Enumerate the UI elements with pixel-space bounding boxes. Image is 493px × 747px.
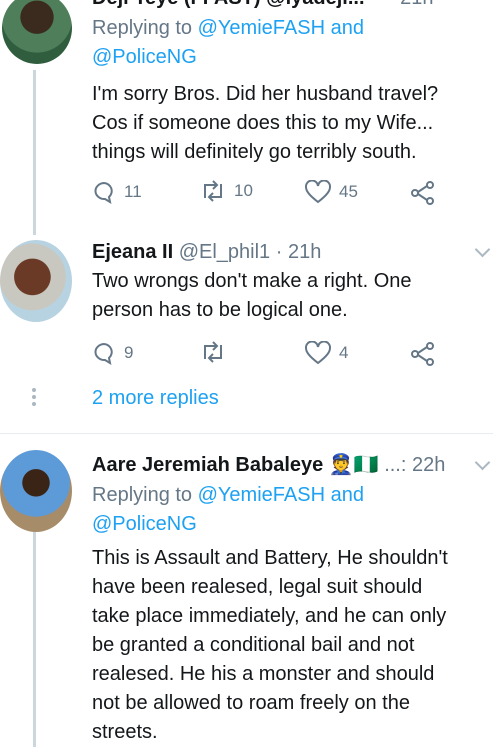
avatar[interactable] — [0, 450, 72, 532]
like-count: 45 — [339, 182, 358, 201]
avatar[interactable] — [0, 240, 72, 322]
tweet-text-line: be granted a conditional bail and not — [92, 634, 415, 656]
replying-users-link[interactable]: @YemieFASH and — [198, 484, 364, 506]
tweet-time: 21h — [287, 241, 322, 263]
share-button[interactable] — [410, 180, 436, 206]
chevron-down-icon[interactable] — [474, 241, 491, 258]
replying-to: Replying to @YemieFASH and — [92, 481, 364, 510]
share-button[interactable] — [410, 341, 436, 367]
name-emoji: 👮🇳🇬 — [328, 454, 379, 476]
more-replies-dots — [32, 388, 36, 406]
chevron-down-icon[interactable] — [474, 454, 491, 471]
replying-prefix: Replying to — [92, 484, 193, 506]
tweet-text-line: have been realesed, legal suit should — [92, 576, 423, 598]
tweet-text-line: things will definitely go terribly south… — [92, 141, 417, 163]
more-replies-link[interactable]: 2 more replies — [92, 384, 219, 413]
tweet-text-line: Cos if someone does this to my Wife... — [92, 112, 434, 134]
tweet-time: 21h — [400, 0, 433, 9]
tweet-text: I'm sorry Bros. Did her husband travel? … — [92, 80, 438, 167]
tweet-text-line: I'm sorry Bros. Did her husband travel? — [92, 83, 439, 105]
tweet-text-line: not be allowed to roam freely on the — [92, 692, 410, 714]
heart-icon — [305, 341, 331, 365]
tweet-header: Aare Jeremiah Babaleye 👮🇳🇬 ...: 22h — [92, 451, 445, 480]
tweet-text-line: This is Assault and Battery, He shouldn'… — [92, 547, 448, 569]
tweet-text-line: streets. — [92, 721, 158, 743]
tweet-text: This is Assault and Battery, He shouldn'… — [92, 544, 448, 747]
tweet-text-line: person has to be logical one. — [92, 299, 348, 321]
avatar[interactable] — [2, 0, 72, 64]
replying-prefix: Replying to — [92, 17, 193, 39]
retweet-icon — [204, 341, 222, 363]
tweet-author-name[interactable]: Ejeana II — [92, 241, 173, 263]
tweet-text: Two wrongs don't make a right. One perso… — [92, 267, 412, 325]
like-button[interactable]: 4 — [305, 341, 348, 365]
retweet-count: 10 — [234, 181, 253, 200]
tweet-text-line: take place immediately, and he can only — [92, 605, 447, 627]
tweet-author-name[interactable]: Deji Teye (FFAST) @iyadeji... — [92, 0, 365, 9]
reply-button[interactable]: 9 — [92, 341, 133, 365]
tweet-text-line: Two wrongs don't make a right. One — [92, 270, 412, 292]
like-count: 4 — [339, 343, 349, 362]
reply-button[interactable]: 11 — [92, 180, 142, 204]
tweet-header: Ejeana II @El_phil1 · 21h — [92, 238, 321, 267]
separator-dot: · — [275, 241, 283, 263]
reply-count: 11 — [124, 182, 142, 201]
heart-icon — [305, 180, 331, 204]
tweet-handle[interactable]: @El_phil1 — [179, 241, 270, 263]
reply-count: 9 — [124, 343, 134, 362]
like-button[interactable]: 45 — [305, 180, 358, 204]
share-icon — [411, 342, 434, 366]
tweet-handle[interactable]: ...: — [384, 454, 406, 476]
tweet-header-partial: Deji Teye (FFAST) @iyadeji... 21h — [92, 0, 433, 13]
replying-users-link[interactable]: @YemieFASH and — [198, 17, 364, 39]
replying-to: Replying to @YemieFASH and — [92, 14, 364, 43]
retweet-button[interactable] — [200, 341, 226, 363]
reply-icon — [94, 342, 113, 365]
tweet-text-line: realesed. He his a monster and should — [92, 663, 435, 685]
retweet-icon — [204, 180, 222, 202]
retweet-button[interactable]: 10 — [200, 180, 253, 202]
replying-users-link-2[interactable]: @PoliceNG — [92, 43, 197, 72]
thread-line-bottom — [33, 520, 36, 747]
share-icon — [411, 181, 434, 205]
divider — [0, 433, 493, 434]
thread-line-top — [33, 70, 36, 235]
reply-icon — [94, 181, 113, 204]
replying-users-link-2[interactable]: @PoliceNG — [92, 510, 197, 539]
tweet-author-name[interactable]: Aare Jeremiah Babaleye — [92, 454, 323, 476]
tweet-time: 22h — [411, 454, 446, 476]
